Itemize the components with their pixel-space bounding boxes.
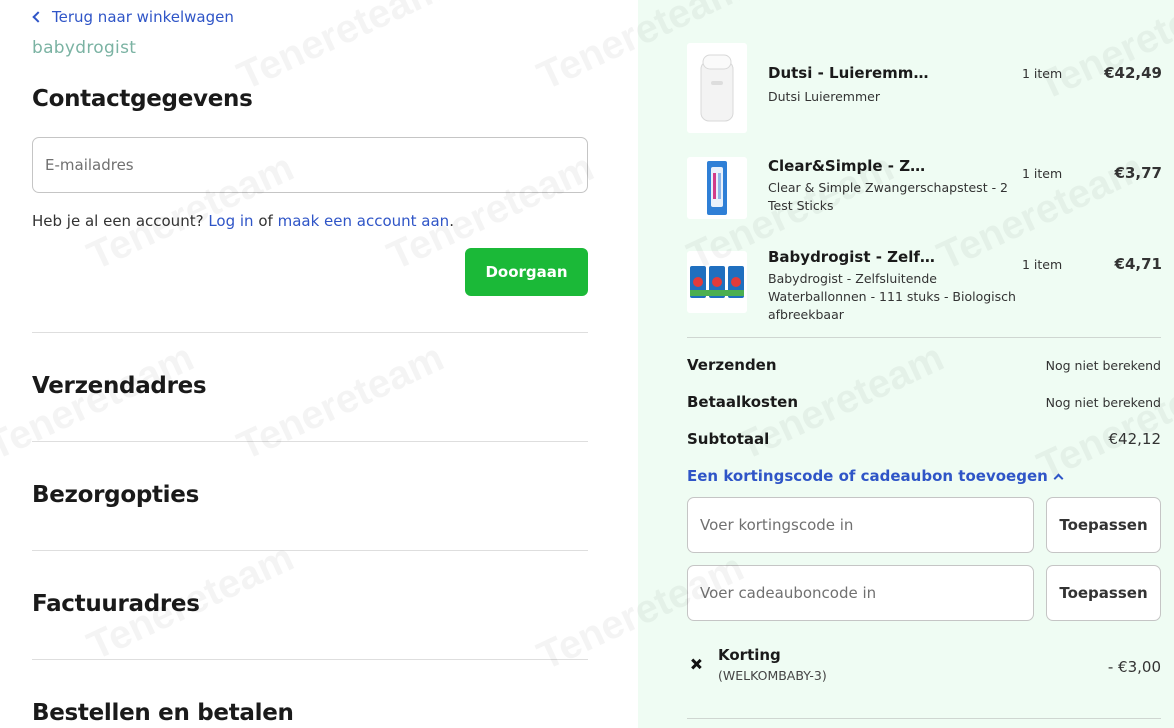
account-prompt-period: .: [449, 212, 454, 230]
apply-giftcard-button[interactable]: Toepassen: [1046, 565, 1161, 621]
apply-discount-button[interactable]: Toepassen: [1046, 497, 1161, 553]
section-divider: [32, 441, 588, 442]
discount-toggle-label: Een kortingscode of cadeaubon toevoegen: [687, 467, 1048, 485]
discount-label: Korting: [718, 646, 781, 664]
delivery-options-section-title[interactable]: Bezorgopties: [32, 482, 199, 508]
account-prompt-or: of: [258, 212, 273, 230]
cart-item-name[interactable]: Clear&Simple - Zwangerschapstest: [768, 157, 938, 175]
back-to-cart-label: Terug naar winkelwagen: [52, 8, 234, 26]
checkout-form-panel: Terug naar winkelwagen babydrogist Conta…: [0, 0, 638, 728]
discount-value: - €3,00: [1107, 658, 1161, 676]
cart-item-description: Clear & Simple Zwangerschapstest - 2 Tes…: [768, 180, 1009, 213]
cart-item-description: Babydrogist - Zelfsluitende Waterballonn…: [768, 271, 1016, 322]
account-prompt: Heb je al een account? Log in of maak ee…: [32, 212, 454, 230]
cart-item-price: €4,71: [1114, 255, 1162, 273]
cart-item: Clear&Simple - Zwangerschapstest Clear &…: [687, 157, 1162, 219]
cart-item: Dutsi - Luieremmer – Dutsi Luieremmer Du…: [687, 43, 1162, 133]
billing-address-section-title[interactable]: Factuuradres: [32, 591, 200, 617]
payment-cost-label: Betaalkosten: [687, 393, 798, 411]
order-summary-panel: Dutsi - Luieremmer – Dutsi Luieremmer Du…: [638, 0, 1174, 728]
email-field[interactable]: [32, 137, 588, 193]
continue-button[interactable]: Doorgaan: [465, 248, 588, 296]
section-divider: [32, 550, 588, 551]
discount-toggle-link[interactable]: Een kortingscode of cadeaubon toevoegen: [687, 467, 1064, 485]
cart-item-quantity: 1 item: [1022, 257, 1063, 272]
order-and-pay-section-title[interactable]: Bestellen en betalen: [32, 700, 294, 726]
shipping-cost-value: Nog niet berekend: [1045, 358, 1161, 373]
cart-item-quantity: 1 item: [1022, 166, 1063, 181]
contact-section-title: Contactgegevens: [32, 86, 253, 112]
chevron-up-icon: [1053, 473, 1064, 484]
product-image-diaper-bin: [687, 43, 747, 133]
account-prompt-text: Heb je al een account?: [32, 212, 204, 230]
section-divider: [32, 659, 588, 660]
summary-divider: [687, 337, 1161, 338]
brand-logo[interactable]: babydrogist: [32, 38, 136, 58]
remove-discount-close-icon[interactable]: [689, 657, 703, 671]
cart-item: Babydrogist - Zelfsluitende Waterballonn…: [687, 248, 1162, 322]
payment-cost-value: Nog niet berekend: [1045, 395, 1161, 410]
chevron-left-icon: [32, 11, 44, 23]
cart-item-name[interactable]: Babydrogist - Zelfsluitende Waterballonn…: [768, 248, 938, 266]
cart-item-quantity: 1 item: [1022, 66, 1063, 81]
summary-divider: [687, 718, 1161, 719]
create-account-link[interactable]: maak een account aan: [278, 212, 450, 230]
cart-item-description: Dutsi Luieremmer: [768, 89, 880, 104]
back-to-cart-link[interactable]: Terug naar winkelwagen: [32, 8, 234, 26]
cart-item-name[interactable]: Dutsi - Luieremmer – Dutsi Luieremmer: [768, 64, 938, 82]
cart-item-price: €3,77: [1114, 164, 1162, 182]
product-image-water-balloons: [687, 251, 747, 313]
subtotal-value: €42,12: [1108, 430, 1162, 448]
discount-code-text: (WELKOMBABY-3): [718, 668, 827, 683]
login-link[interactable]: Log in: [208, 212, 253, 230]
shipping-address-section-title[interactable]: Verzendadres: [32, 373, 207, 399]
subtotal-label: Subtotaal: [687, 430, 770, 448]
cart-item-price: €42,49: [1104, 64, 1162, 82]
shipping-cost-label: Verzenden: [687, 356, 777, 374]
discount-code-input[interactable]: [687, 497, 1034, 553]
section-divider: [32, 332, 588, 333]
giftcard-code-input[interactable]: [687, 565, 1034, 621]
product-image-pregnancy-test: [687, 157, 747, 219]
